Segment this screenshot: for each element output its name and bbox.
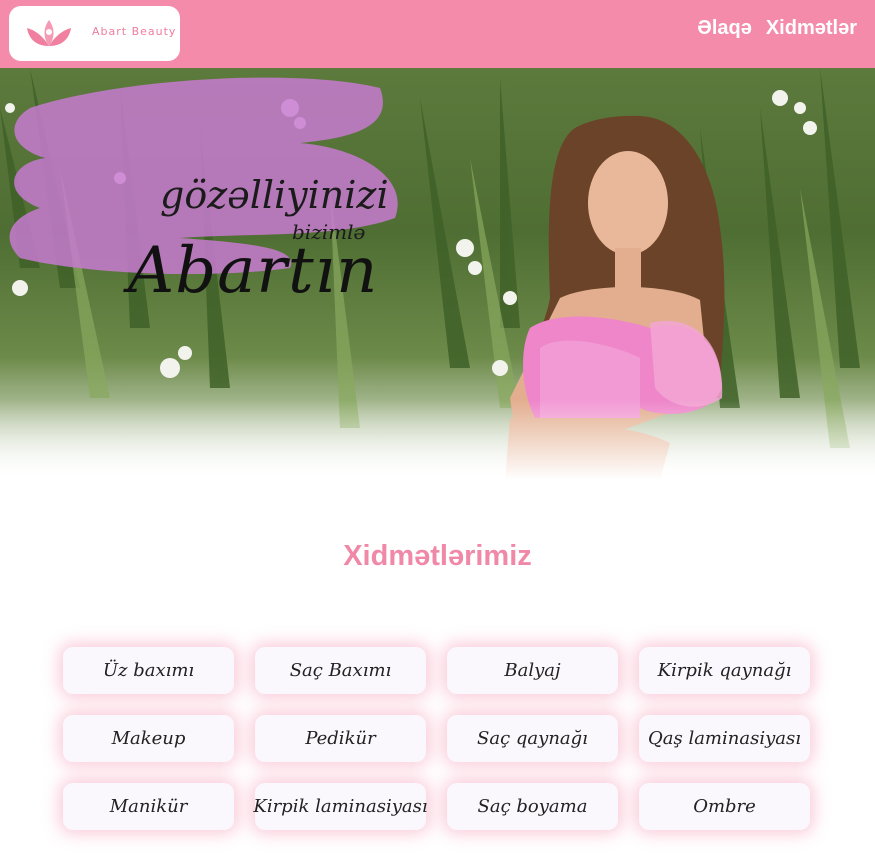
- services-title: Xidmətlərimiz: [343, 540, 532, 572]
- services-grid: Üz baxımı Saç Baxımı Balyaj Kirpik qayna…: [63, 647, 810, 830]
- service-card[interactable]: Saç Baxımı: [255, 647, 426, 694]
- nav-contact-link[interactable]: Əlaqə: [697, 17, 752, 40]
- service-card[interactable]: Saç boyama: [447, 783, 618, 830]
- service-card[interactable]: Üz baxımı: [63, 647, 234, 694]
- hero-headline-line1: gözəlliyinizi: [160, 173, 389, 217]
- service-card[interactable]: Balyaj: [447, 647, 618, 694]
- hero-fade-overlay: [0, 400, 875, 480]
- nav-services-link[interactable]: Xidmətlər: [766, 17, 857, 40]
- service-card[interactable]: Pedikür: [255, 715, 426, 762]
- service-card[interactable]: Kirpik qaynağı: [639, 647, 810, 694]
- service-card[interactable]: Kirpik laminasiyası: [253, 783, 428, 830]
- lotus-logo-icon: [27, 20, 71, 46]
- service-card[interactable]: Saç qaynağı: [447, 715, 618, 762]
- main-nav: Əlaqə Xidmətlər: [697, 17, 857, 40]
- hero-banner: gözəlliyinizi bizimlə Abartın: [0, 68, 875, 480]
- brand-name: Abart Beauty: [92, 25, 177, 38]
- logo[interactable]: Abart Beauty: [9, 6, 180, 61]
- service-card[interactable]: Makeup: [63, 715, 234, 762]
- service-card[interactable]: Ombre: [639, 783, 810, 830]
- service-card[interactable]: Qaş laminasiyası: [639, 715, 810, 762]
- site-header: Abart Beauty Əlaqə Xidmətlər: [0, 0, 875, 68]
- service-card[interactable]: Manikür: [63, 783, 234, 830]
- hero-headline-line3: Abartın: [128, 234, 379, 308]
